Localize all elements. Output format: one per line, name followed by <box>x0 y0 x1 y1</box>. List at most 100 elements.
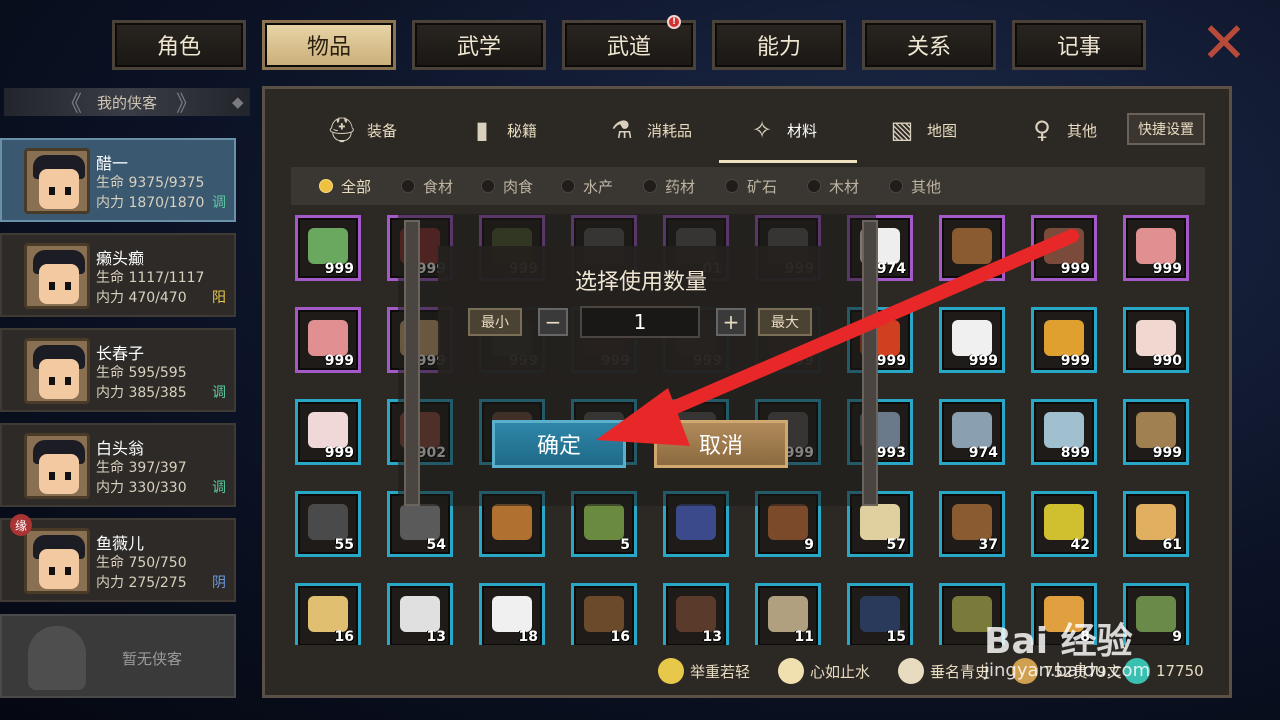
filter-option[interactable]: 木材 <box>807 176 859 197</box>
status-label: 举重若轻 <box>690 662 751 681</box>
item-slot[interactable]: 999 <box>295 399 361 465</box>
hero-trait-tag: 调 <box>212 480 226 496</box>
item-slot[interactable]: 55 <box>295 491 361 557</box>
category-tab-4[interactable]: ▧ 地图 <box>885 97 957 163</box>
filter-option[interactable]: 水产 <box>561 176 613 197</box>
item-slot[interactable]: 899 <box>1031 399 1097 465</box>
chevron-right-icon[interactable]: 》 <box>176 86 198 118</box>
avatar <box>24 433 90 499</box>
item-slot[interactable]: 13 <box>387 583 453 645</box>
category-tabs: ⛑ 装备 ▮ 秘籍 ⚗ 消耗品 ✧ 材料 ▧ 地图 ♀ 其他 <box>295 97 1195 163</box>
filter-option[interactable]: 食材 <box>401 176 453 197</box>
close-icon[interactable]: ✕ <box>1196 16 1252 72</box>
item-slot[interactable]: 999 <box>1123 399 1189 465</box>
item-slot[interactable]: 16 <box>571 583 637 645</box>
item-slot[interactable]: 999 <box>1123 215 1189 281</box>
quantity-input[interactable] <box>580 306 700 338</box>
affinity-badge: 缘 <box>10 514 32 536</box>
filter-option[interactable]: 其他 <box>889 176 941 197</box>
tab-3[interactable]: 武道! <box>562 15 696 70</box>
item-slot[interactable]: 999 <box>939 307 1005 373</box>
item-slot[interactable]: 37 <box>939 491 1005 557</box>
increment-button[interactable]: + <box>716 308 746 336</box>
tab-5[interactable]: 关系 <box>862 20 996 70</box>
tab-label: 能力 <box>756 35 801 60</box>
category-tab-5[interactable]: ♀ 其他 <box>1025 97 1097 163</box>
potion-icon: ⚗ <box>611 116 633 144</box>
confirm-button[interactable]: 确定 <box>492 420 626 468</box>
item-quantity: 899 <box>1060 445 1090 461</box>
category-tab-2[interactable]: ⚗ 消耗品 <box>605 97 692 163</box>
item-icon <box>952 412 992 448</box>
item-quantity: 999 <box>324 261 354 277</box>
eye-shape <box>65 567 71 575</box>
hero-card[interactable]: 癞头癫 生命 1117/1117 内力 470/470 阳 <box>0 233 236 317</box>
hero-card[interactable]: 白头翁 生命 397/397 内力 330/330 调 <box>0 423 236 507</box>
hero-card[interactable]: 长春子 生命 595/595 内力 385/385 调 <box>0 328 236 412</box>
feather-icon: ✧ <box>751 116 773 144</box>
item-slot[interactable]: 42 <box>1031 491 1097 557</box>
item-slot[interactable]: 18 <box>479 583 545 645</box>
category-label: 消耗品 <box>647 121 693 140</box>
category-tab-1[interactable]: ▮ 秘籍 <box>465 97 537 163</box>
item-quantity: 990 <box>1152 353 1182 369</box>
item-slot[interactable]: 9 <box>1123 583 1189 645</box>
filter-option[interactable]: 全部 <box>319 176 371 197</box>
map-icon: ▧ <box>890 116 914 144</box>
filter-option[interactable]: 肉食 <box>481 176 533 197</box>
item-slot[interactable]: 974 <box>939 399 1005 465</box>
item-slot[interactable]: 999 <box>1031 307 1097 373</box>
tab-1[interactable]: 物品 <box>262 20 396 70</box>
cancel-button[interactable]: 取消 <box>654 420 788 468</box>
category-label: 装备 <box>367 121 398 140</box>
hero-mp: 内力 470/470 <box>96 290 187 306</box>
filter-label: 矿石 <box>747 177 778 196</box>
eye-shape <box>65 377 71 385</box>
item-icon <box>1136 596 1176 632</box>
quick-settings-button[interactable]: 快捷设置 <box>1127 113 1205 145</box>
item-slot[interactable]: 999 <box>295 215 361 281</box>
tab-4[interactable]: 能力 <box>712 20 846 70</box>
hero-card[interactable]: 鱼薇儿 生命 750/750 内力 275/275 阴 缘 <box>0 514 236 602</box>
dialog-frame-left <box>404 220 420 506</box>
radio-dot-icon <box>725 179 739 193</box>
item-slot[interactable]: 13 <box>663 583 729 645</box>
max-button[interactable]: 最大 <box>758 308 812 336</box>
face-shape <box>39 549 79 589</box>
item-slot[interactable]: 61 <box>1123 491 1189 557</box>
item-icon <box>1044 228 1084 264</box>
hero-card[interactable]: 醋一 生命 9375/9375 内力 1870/1870 调 <box>0 138 236 222</box>
item-quantity: 55 <box>334 537 354 553</box>
item-quantity: 999 <box>968 353 998 369</box>
category-tab-3[interactable]: ✧ 材料 <box>718 97 858 163</box>
filter-option[interactable]: 矿石 <box>725 176 777 197</box>
min-button[interactable]: 最小 <box>468 308 522 336</box>
item-slot[interactable]: 999 <box>295 307 361 373</box>
item-slot[interactable]: 15 <box>847 583 913 645</box>
hero-mp: 内力 275/275 <box>96 575 187 591</box>
tab-2[interactable]: 武学 <box>412 20 546 70</box>
item-quantity: 5 <box>620 537 630 553</box>
category-label: 秘籍 <box>507 121 538 140</box>
item-icon <box>860 504 900 540</box>
chevron-left-icon[interactable]: 《 <box>60 86 82 118</box>
decrement-button[interactable]: − <box>538 308 568 336</box>
eye-shape <box>49 377 55 385</box>
scroll-icon <box>898 658 924 684</box>
item-icon <box>492 504 532 540</box>
empty-hero-label: 暂无侠客 <box>122 650 183 668</box>
item-slot[interactable] <box>939 215 1005 281</box>
avatar <box>24 148 90 214</box>
hero-name: 醋一 <box>96 154 129 173</box>
radio-dot-icon <box>643 179 657 193</box>
item-slot[interactable]: 990 <box>1123 307 1189 373</box>
face-shape <box>39 169 79 209</box>
filter-label: 食材 <box>423 177 454 196</box>
filter-option[interactable]: 药材 <box>643 176 695 197</box>
item-slot[interactable]: 16 <box>295 583 361 645</box>
tab-0[interactable]: 角色 <box>112 20 246 70</box>
category-tab-0[interactable]: ⛑ 装备 <box>325 97 397 163</box>
tab-6[interactable]: 记事 <box>1012 20 1146 70</box>
item-slot[interactable]: 11 <box>755 583 821 645</box>
item-slot[interactable]: 999 <box>1031 215 1097 281</box>
